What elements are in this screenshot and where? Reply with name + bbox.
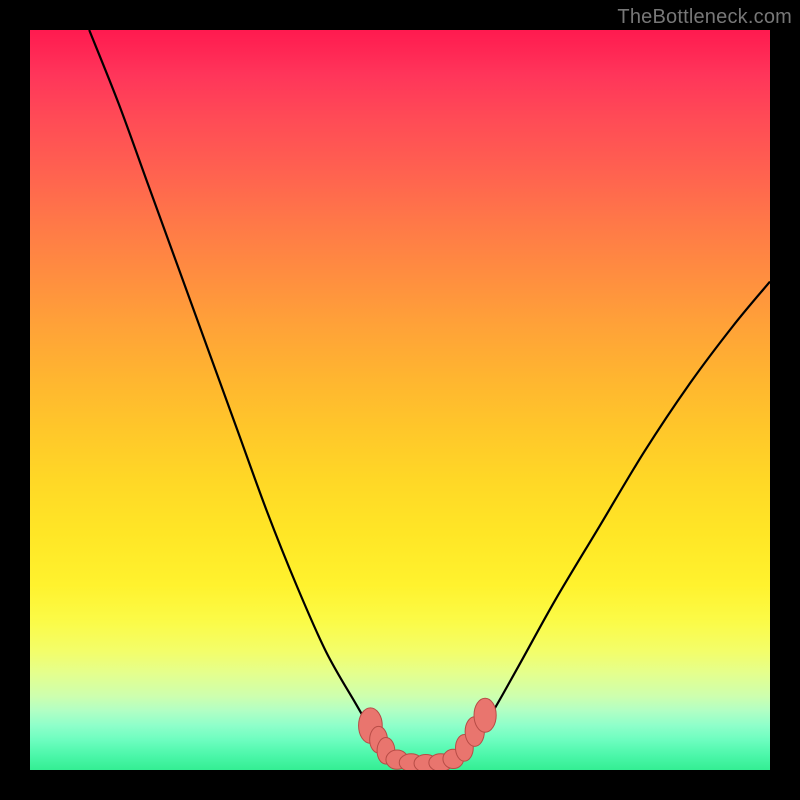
marker-right-upper-2 xyxy=(474,698,496,732)
right-curve xyxy=(452,282,770,763)
chart-frame: TheBottleneck.com xyxy=(0,0,800,800)
watermark-text: TheBottleneck.com xyxy=(617,6,792,29)
left-curve xyxy=(89,30,392,755)
chart-plot-area xyxy=(30,30,770,770)
chart-svg xyxy=(30,30,770,770)
valley-markers xyxy=(359,698,497,770)
